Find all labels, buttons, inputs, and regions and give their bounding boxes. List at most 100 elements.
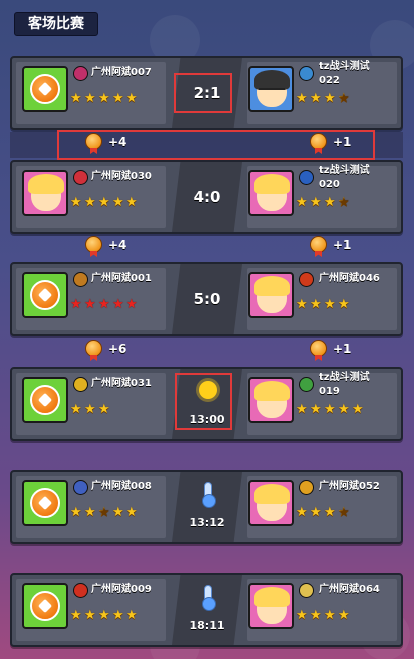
soccer-ball-avatar[interactable] [22, 272, 68, 318]
medal-icon [310, 236, 327, 253]
star-icon: ★ [296, 91, 308, 106]
reward-value: +4 [108, 134, 127, 149]
blonde-girl-avatar[interactable] [22, 170, 68, 216]
match-card[interactable]: 广州阿斌009 ★ ★ ★ ★ ★ 广州阿斌064 ★ ★ ★ ★ 18:11 [10, 573, 403, 647]
match-card[interactable]: 广州阿斌008 ★ ★ ★ ★ ★ 广州阿斌052 ★ ★ ★ ★ 13:12 [10, 470, 403, 544]
star-rating: ★ ★ ★ ★ [296, 196, 351, 209]
team-badge-icon [299, 583, 314, 598]
star-icon: ★ [338, 195, 350, 210]
star-rating: ★ ★ ★ ★ ★ [70, 609, 139, 622]
glasses-icon [259, 88, 285, 94]
star-icon: ★ [112, 195, 124, 210]
medal-icon [85, 340, 102, 357]
star-icon: ★ [112, 297, 124, 312]
team-badge-icon [299, 170, 314, 185]
star-icon: ★ [126, 505, 138, 520]
team-badge-icon [299, 480, 314, 495]
hair-icon [254, 276, 290, 296]
team-badge-icon [73, 377, 88, 392]
star-icon: ★ [98, 402, 110, 417]
soccer-ball-icon [30, 74, 60, 104]
star-icon: ★ [98, 297, 110, 312]
team-badge-icon [299, 272, 314, 287]
away-reward: +1 [310, 236, 351, 253]
match-card[interactable]: 广州阿斌031 ★ ★ ★ tz战斗测试019 ★ ★ ★ ★ ★ 13:00 [10, 367, 403, 441]
match-score: 5:0 [193, 290, 221, 308]
star-icon: ★ [338, 297, 350, 312]
star-icon: ★ [112, 505, 124, 520]
match-time: 13:00 [189, 413, 225, 426]
center-panel [172, 369, 242, 439]
star-icon: ★ [98, 608, 110, 623]
soccer-ball-avatar[interactable] [22, 66, 68, 112]
star-icon: ★ [98, 505, 110, 520]
soccer-ball-avatar[interactable] [22, 377, 68, 423]
star-icon: ★ [324, 195, 336, 210]
soccer-ball-avatar[interactable] [22, 480, 68, 526]
glasses-boy-avatar[interactable] [248, 66, 294, 112]
hair-icon [254, 174, 290, 194]
star-icon: ★ [84, 505, 96, 520]
blonde-girl-avatar[interactable] [248, 377, 294, 423]
star-rating: ★ ★ ★ ★ ★ [70, 92, 139, 105]
blonde-girl-avatar[interactable] [248, 272, 294, 318]
hair-icon [254, 484, 290, 504]
star-icon: ★ [126, 91, 138, 106]
star-icon: ★ [84, 297, 96, 312]
star-icon: ★ [324, 91, 336, 106]
star-icon: ★ [310, 608, 322, 623]
star-icon: ★ [310, 297, 322, 312]
reward-value: +1 [333, 341, 352, 356]
home-team-name: 广州阿斌030 [91, 171, 152, 182]
star-rating: ★ ★ ★ ★ [296, 609, 351, 622]
away-reward: +1 [310, 133, 351, 150]
team-badge-icon [73, 66, 88, 81]
match-time: 18:11 [189, 619, 225, 632]
medal-icon [310, 340, 327, 357]
sun-icon [199, 381, 217, 399]
medal-icon [85, 133, 102, 150]
star-icon: ★ [296, 402, 308, 417]
away-team-name: tz战斗测试020 [319, 165, 370, 190]
star-icon: ★ [296, 297, 308, 312]
match-score: 4:0 [193, 188, 221, 206]
team-badge-icon [73, 583, 88, 598]
reward-value: +1 [333, 134, 352, 149]
star-rating: ★ ★ ★ ★ ★ [296, 403, 365, 416]
team-badge-icon [73, 170, 88, 185]
star-rating: ★ ★ ★ [70, 403, 111, 416]
home-team-name: 广州阿斌009 [91, 584, 152, 595]
star-icon: ★ [296, 505, 308, 520]
match-card[interactable]: 广州阿斌001 ★ ★ ★ ★ ★ 广州阿斌046 ★ ★ ★ ★ 5:0 [10, 262, 403, 336]
home-reward: +4 [85, 133, 126, 150]
star-icon: ★ [352, 402, 364, 417]
blonde-girl-avatar[interactable] [248, 583, 294, 629]
star-icon: ★ [84, 91, 96, 106]
match-card[interactable]: 广州阿斌007 ★ ★ ★ ★ ★ tz战斗测试022 ★ ★ ★ ★ 2:1 [10, 56, 403, 130]
star-icon: ★ [338, 608, 350, 623]
star-icon: ★ [84, 402, 96, 417]
thermometer-icon [202, 585, 216, 611]
away-team-name: 广州阿斌046 [319, 273, 380, 284]
star-icon: ★ [112, 608, 124, 623]
blonde-girl-avatar[interactable] [248, 480, 294, 526]
star-icon: ★ [296, 608, 308, 623]
soccer-ball-avatar[interactable] [22, 583, 68, 629]
home-reward: +6 [85, 340, 126, 357]
star-icon: ★ [70, 402, 82, 417]
blonde-girl-avatar[interactable] [248, 170, 294, 216]
reward-value: +1 [333, 237, 352, 252]
star-rating: ★ ★ ★ ★ ★ [70, 506, 139, 519]
match-card[interactable]: 广州阿斌030 ★ ★ ★ ★ ★ tz战斗测试020 ★ ★ ★ ★ 4:0 [10, 160, 403, 234]
home-team-name: 广州阿斌007 [91, 67, 152, 78]
star-rating: ★ ★ ★ ★ [296, 298, 351, 311]
thermometer-icon [202, 482, 216, 508]
star-icon: ★ [112, 91, 124, 106]
team-badge-icon [299, 66, 314, 81]
star-rating: ★ ★ ★ ★ [296, 92, 351, 105]
star-icon: ★ [310, 195, 322, 210]
star-icon: ★ [70, 505, 82, 520]
team-badge-icon [299, 377, 314, 392]
medal-icon [310, 133, 327, 150]
hair-icon [254, 587, 290, 607]
